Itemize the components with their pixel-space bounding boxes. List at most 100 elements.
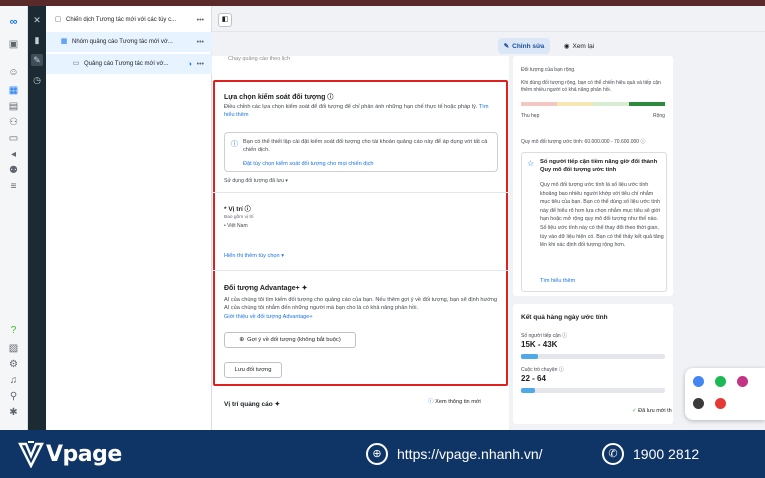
tip-title: Số người tiếp cận tiềm năng giờ đổi thàn… <box>540 159 658 173</box>
edit-mode-button[interactable]: ✎ Chỉnh sửa <box>498 38 550 54</box>
tree-item-label: Chiến dịch Tương tác mới với các túy c..… <box>66 17 177 23</box>
edit-pencil-icon[interactable]: ✎ <box>31 54 43 66</box>
status-half-circle-icon: ◑ <box>187 60 192 68</box>
more-options-icon[interactable]: ••• <box>197 61 204 68</box>
help-icon[interactable]: ? <box>6 324 21 337</box>
tree-item-campaign[interactable]: ▢ Chiến dịch Tương tác mới với các túy c… <box>46 10 212 30</box>
tree-item-label: Quảng cáo Tương tác mới vớ... <box>84 61 169 67</box>
ads-manager-icon[interactable]: ▦ <box>6 84 21 97</box>
info-circle-icon: ⓘ <box>231 141 238 148</box>
close-icon[interactable]: ✕ <box>31 14 43 26</box>
reach-label: Số người tiếp cận ⓘ <box>521 332 567 340</box>
adset-grid-icon: ▦ <box>60 38 68 45</box>
conversations-label-text: Cuộc trò chuyện <box>521 367 558 373</box>
info-box-text: Bạn có thể thiết lập cài đặt kiểm soát đ… <box>243 139 488 153</box>
audience-definition-card: Đối tượng của bạn rộng. Khi dùng đối tượ… <box>513 56 673 296</box>
saved-audience-dropdown[interactable]: Sử dụng đối tượng đã lưu ▾ <box>224 177 288 185</box>
saved-status-text: Đã lưu mới th <box>638 408 672 414</box>
review-mode-label: Xem lại <box>572 42 595 50</box>
reach-bar-fill <box>521 354 539 359</box>
search-icon[interactable]: ⚲ <box>6 390 21 403</box>
app-screen: ∞ ▣ ☺ ▦ ▤ ⚇ ▭ ◂ ⚉ ≡ ? ▧ ⚙ ♫ ⚲ ✱ ✕ ▮ ✎ ◷ … <box>0 0 765 430</box>
bug-icon[interactable]: ✱ <box>6 406 21 419</box>
toggle-panel-button[interactable]: ◧ <box>218 13 232 27</box>
grid-icon[interactable]: ▤ <box>6 100 21 113</box>
conversations-label: Cuộc trò chuyện ⓘ <box>521 366 564 374</box>
card-icon[interactable]: ▭ <box>6 132 21 145</box>
left-icon-rail: ∞ ▣ ☺ ▦ ▤ ⚇ ▭ ◂ ⚉ ≡ ? ▧ ⚙ ♫ ⚲ ✱ <box>0 6 28 430</box>
instagram-bubble-icon[interactable] <box>737 376 748 387</box>
settings-icon[interactable]: ⚙ <box>6 358 21 371</box>
extension-bubble-icon[interactable] <box>693 398 704 409</box>
divider <box>212 192 509 193</box>
more-options-icon[interactable]: ••• <box>197 17 204 24</box>
phone-icon: ✆ <box>602 443 624 465</box>
audience-breadth-meter <box>521 102 665 106</box>
star-icon: ☆ <box>527 159 535 168</box>
tip-learn-more-link[interactable]: Tìm hiểu thêm <box>540 277 575 285</box>
set-audience-controls-link[interactable]: Đặt tùy chọn kiểm soát đối tượng cho mọi… <box>243 160 374 168</box>
brand-name: Vpage <box>46 442 122 467</box>
eye-icon: ◉ <box>563 43 570 50</box>
review-mode-button[interactable]: ◉ Xem lại <box>558 38 600 54</box>
website-url[interactable]: https://vpage.nhanh.vn/ <box>397 446 543 462</box>
caret-down-icon: ▾ <box>281 253 285 259</box>
location-title: * Vị trí ⓘ <box>224 204 251 213</box>
info-icon[interactable]: ⓘ <box>245 207 251 213</box>
sparkle-icon: ✦ <box>274 401 281 408</box>
account-settings-info-box: ⓘ Bạn có thể thiết lập cài đặt kiểm soát… <box>224 132 498 172</box>
report-icon[interactable]: ▧ <box>6 342 21 355</box>
info-icon[interactable]: ⓘ <box>640 139 645 145</box>
audience-suggestion-button[interactable]: ⊕ Gợi ý về đối tượng (không bắt buộc) <box>224 332 356 348</box>
advantage-intro-link[interactable]: Giới thiệu về đối tượng Advantage+ <box>224 313 313 321</box>
audience-section-card: Chạy quảng cáo theo lịch Lựa chọn kiểm s… <box>212 56 509 430</box>
new-info-link[interactable]: ⓘ Xem thông tin mới <box>428 398 481 406</box>
campaign-tree-panel: ▢ Chiến dịch Tương tác mới với các túy c… <box>46 6 212 430</box>
advantage-audience-desc: AI của chúng tôi tìm kiếm đối tượng cho … <box>224 297 498 311</box>
reach-value: 15K - 43K <box>521 340 558 349</box>
saved-audience-label: Sử dụng đối tượng đã lưu <box>224 178 284 184</box>
globe-icon: ⊕ <box>366 443 388 465</box>
save-audience-button[interactable]: Lưu đối tượng <box>224 362 282 378</box>
audience-def-text: Khi dùng đối tượng rộng, bạn có thể chiế… <box>521 80 661 93</box>
folder-icon: ▢ <box>54 16 62 23</box>
spotify-bubble-icon[interactable] <box>715 376 726 387</box>
smiley-icon[interactable]: ☺ <box>6 66 21 79</box>
chrome-bubble-icon[interactable] <box>693 376 704 387</box>
history-icon[interactable]: ◷ <box>31 74 43 86</box>
floating-app-bubbles <box>685 368 765 420</box>
saved-status: ✓ Đã lưu mới th <box>632 408 672 414</box>
vpage-logo-icon <box>18 441 44 468</box>
tree-item-ad[interactable]: ▭ Quảng cáo Tương tác mới vớ... ◑ ••• <box>46 54 212 74</box>
meta-logo-icon[interactable]: ∞ <box>6 16 21 29</box>
app-bubble-icon[interactable] <box>715 398 726 409</box>
daily-results-title: Kết quả hàng ngày ước tính <box>521 314 608 321</box>
tree-item-adset[interactable]: ▦ Nhóm quảng cáo Tương tác mới vớ... ••• <box>46 32 212 52</box>
more-options-toggle[interactable]: Hiển thị thêm tùy chọn ▾ <box>224 252 284 260</box>
info-icon[interactable]: ⓘ <box>562 333 567 339</box>
chart-icon[interactable]: ▮ <box>31 34 43 46</box>
people-icon[interactable]: ⚉ <box>6 164 21 177</box>
phone-number[interactable]: 1900 2812 <box>633 446 699 462</box>
audience-def-title: Đối tượng của bạn rộng. <box>521 67 576 73</box>
meter-label-narrow: Thu hẹp <box>521 113 540 119</box>
tree-item-label: Nhóm quảng cáo Tương tác mới vớ... <box>72 39 173 45</box>
info-icon[interactable]: ⓘ <box>327 95 333 101</box>
megaphone-icon[interactable]: ◂ <box>6 148 21 161</box>
location-country: Việt Nam <box>227 223 248 229</box>
audience-control-desc: Điều chỉnh các lựa chọn kiểm soát để đối… <box>224 103 496 119</box>
reach-label-text: Số người tiếp cận <box>521 333 561 339</box>
conversations-bar-fill <box>521 388 536 393</box>
advantage-audience-title: Đối tượng Advantage+ ✦ <box>224 284 308 292</box>
more-options-icon[interactable]: ••• <box>197 39 204 46</box>
advantage-audience-title-text: Đối tượng Advantage+ <box>224 285 300 292</box>
audience-icon[interactable]: ⚇ <box>6 116 21 129</box>
sparkle-icon: ✦ <box>301 285 308 292</box>
location-item: • Việt Nam <box>224 222 248 230</box>
info-icon[interactable]: ⓘ <box>559 367 564 373</box>
notifications-icon[interactable]: ♫ <box>6 374 21 387</box>
account-avatar-icon[interactable]: ▣ <box>6 38 21 51</box>
conversations-bar <box>521 388 665 393</box>
menu-icon[interactable]: ≡ <box>6 180 21 193</box>
included-locations-label: Bao gồm vị trí <box>224 215 254 220</box>
